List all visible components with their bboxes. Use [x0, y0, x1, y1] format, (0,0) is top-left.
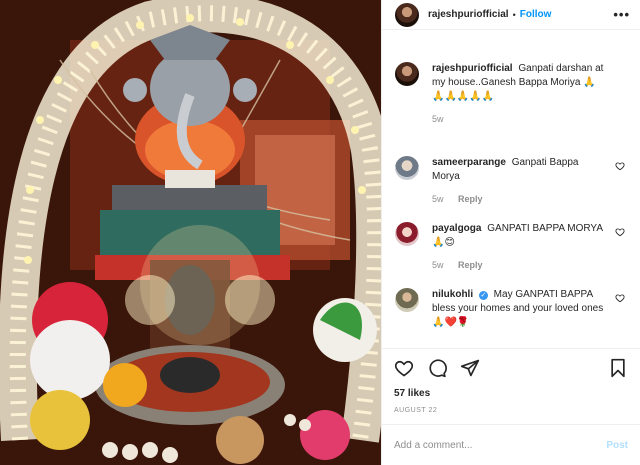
comment-username[interactable]: sameerparange	[432, 157, 506, 168]
like-comment-icon[interactable]	[615, 293, 625, 303]
header-separator: •	[512, 9, 516, 20]
comment-time[interactable]: 5w	[432, 260, 444, 270]
likes-count[interactable]: 57 likes	[394, 388, 628, 399]
post-image[interactable]	[0, 0, 381, 465]
comment-username[interactable]: rajeshpuriofficial	[432, 63, 513, 74]
comment-meta: 5w Reply	[432, 192, 604, 206]
comment-time[interactable]: 5w	[432, 114, 444, 124]
comment-content: sameerparange Ganpati Bappa Morya	[432, 156, 604, 184]
comment-content: payalgoga GANPATI BAPPA MORYA 🙏😊	[432, 222, 604, 250]
paper-plane-icon[interactable]	[460, 358, 480, 378]
comment-time[interactable]: 5w	[432, 194, 444, 204]
profile-avatar[interactable]	[395, 222, 419, 246]
post-comment-button[interactable]: Post	[606, 440, 628, 451]
author-username[interactable]: rajeshpuriofficial	[428, 9, 509, 20]
bookmark-icon[interactable]	[608, 358, 628, 378]
like-comment-icon[interactable]	[615, 227, 625, 237]
caption: rajeshpuriofficial Ganpati darshan at my…	[382, 62, 640, 126]
more-options-icon[interactable]: •••	[613, 7, 630, 22]
comment-input[interactable]	[394, 439, 607, 451]
comment-item: sameerparange Ganpati Bappa Morya 5w Rep…	[382, 156, 640, 206]
action-icons	[394, 357, 628, 379]
reply-button[interactable]: Reply	[458, 260, 483, 270]
caption-text: rajeshpuriofficial Ganpati darshan at my…	[432, 62, 604, 104]
comments-list[interactable]: rajeshpuriofficial Ganpati darshan at my…	[382, 48, 640, 348]
verified-badge-icon: ✓	[478, 291, 488, 300]
comment-meta: 5w	[432, 112, 604, 126]
reply-button[interactable]: Reply	[458, 194, 483, 204]
post-date[interactable]: AUGUST 22	[394, 407, 628, 414]
comment-item: nilukohli ✓ May GANPATI BAPPA bless your…	[382, 288, 640, 330]
profile-avatar[interactable]	[395, 62, 419, 86]
comment-item: payalgoga GANPATI BAPPA MORYA 🙏😊 5w Repl…	[382, 222, 640, 272]
comment-username[interactable]: payalgoga	[432, 223, 481, 234]
follow-button[interactable]: Follow	[520, 9, 552, 20]
comment-content: nilukohli ✓ May GANPATI BAPPA bless your…	[432, 288, 604, 330]
profile-avatar[interactable]	[395, 288, 419, 312]
post-details-panel: rajeshpuriofficial • Follow ••• rajeshpu…	[381, 0, 640, 465]
heart-outline-icon[interactable]	[394, 358, 414, 378]
comment-meta: 5w Reply	[432, 258, 604, 272]
speech-bubble-icon[interactable]	[427, 358, 447, 378]
post-actions: 57 likes AUGUST 22	[382, 348, 640, 414]
add-comment-bar: Post	[382, 424, 640, 465]
profile-avatar[interactable]	[395, 156, 419, 180]
author-avatar[interactable]	[395, 2, 419, 27]
like-comment-icon[interactable]	[615, 161, 625, 171]
post-header: rajeshpuriofficial • Follow •••	[382, 0, 640, 30]
comment-username[interactable]: nilukohli	[432, 289, 473, 300]
ganpati-idol-scene	[0, 0, 381, 465]
